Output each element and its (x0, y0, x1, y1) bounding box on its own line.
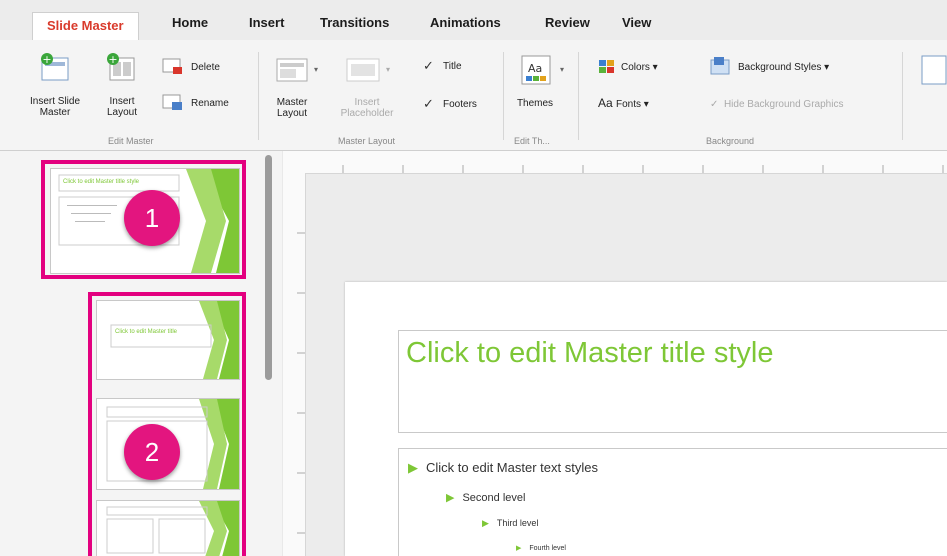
colors-icon (599, 60, 614, 73)
text-level-2: ▶ Second level (446, 492, 526, 504)
footers-checkbox[interactable]: ✓ (423, 96, 434, 112)
callout-frame-2 (88, 292, 246, 556)
tab-transitions[interactable]: Transitions (320, 10, 389, 36)
svg-text:▾: ▾ (314, 65, 318, 74)
fonts-button[interactable]: Aa Fonts ▾ (598, 96, 649, 110)
thumbnail-scrollbar[interactable] (265, 155, 272, 380)
svg-text:+: + (42, 53, 51, 66)
insert-placeholder-icon: ▾ (346, 58, 390, 82)
bullet-icon: ▶ (482, 518, 489, 528)
svg-text:▾: ▾ (386, 65, 390, 74)
delete-icon (162, 58, 182, 74)
insert-placeholder-button[interactable]: Insert Placeholder (330, 97, 404, 119)
text-level-3: ▶ Third level (482, 518, 539, 528)
master-layout-icon: ▾ (276, 58, 318, 82)
callout-badge-1: 1 (124, 190, 180, 246)
bullet-icon: ▶ (446, 492, 455, 504)
powerpoint-window: Slide Master Home Insert Transitions Ani… (0, 0, 947, 556)
delete-button[interactable]: Delete (191, 62, 220, 73)
themes-icon: Aa ▾ (521, 55, 564, 85)
tab-view[interactable]: View (622, 10, 651, 36)
master-layout-group-label: Master Layout (338, 136, 396, 146)
background-group-label: Background (706, 136, 755, 146)
tab-review[interactable]: Review (545, 10, 590, 36)
insert-slide-master-icon: + (41, 53, 69, 81)
svg-text:+: + (108, 53, 117, 66)
insert-slide-master-button[interactable]: Insert Slide Master (28, 96, 82, 118)
tab-slide-master[interactable]: Slide Master (32, 12, 139, 41)
themes-button[interactable]: Themes (513, 98, 557, 109)
insert-layout-button[interactable]: Insert Layout (104, 96, 140, 118)
edit-theme-group-label: Edit Th... (514, 136, 550, 146)
text-level-1: ▶ Click to edit Master text styles (408, 460, 598, 475)
svg-text:▾: ▾ (560, 65, 564, 74)
insert-layout-icon: + (107, 53, 135, 81)
ribbon: + Insert Slide Master + Insert Layout De… (0, 40, 947, 151)
background-styles-icon (710, 57, 730, 75)
rename-icon (162, 94, 182, 110)
text-level-4: ▶ Fourth level (516, 545, 566, 552)
title-checkbox[interactable]: ✓ (423, 58, 434, 74)
rename-button[interactable]: Rename (191, 98, 229, 109)
ribbon-separator (258, 52, 259, 140)
colors-button[interactable]: Colors ▾ (621, 62, 658, 73)
tab-animations[interactable]: Animations (430, 10, 501, 36)
tab-insert[interactable]: Insert (249, 10, 284, 36)
ribbon-tab-bar: Slide Master Home Insert Transitions Ani… (0, 0, 947, 41)
master-layout-button[interactable]: Master Layout (272, 97, 312, 119)
slide-size-icon[interactable] (918, 54, 947, 88)
fonts-icon: Aa (598, 96, 617, 110)
edit-master-group-label: Edit Master (108, 136, 154, 146)
background-styles-button[interactable]: Background Styles ▾ (738, 62, 829, 73)
horizontal-ruler (283, 151, 947, 174)
ribbon-separator (503, 52, 504, 140)
svg-text:Aa: Aa (528, 62, 542, 75)
bullet-icon: ▶ (516, 545, 522, 552)
callout-badge-2: 2 (124, 424, 180, 480)
master-title-text: Click to edit Master title style (406, 337, 774, 369)
vertical-ruler (283, 173, 306, 556)
tab-home[interactable]: Home (172, 10, 208, 36)
bullet-icon: ▶ (408, 460, 418, 475)
hide-background-graphics-checkbox[interactable]: ✓ Hide Background Graphics (710, 99, 843, 110)
footers-checkbox-label: Footers (443, 99, 477, 110)
ribbon-separator (902, 52, 903, 140)
title-checkbox-label: Title (443, 61, 462, 72)
ribbon-separator (578, 52, 579, 140)
